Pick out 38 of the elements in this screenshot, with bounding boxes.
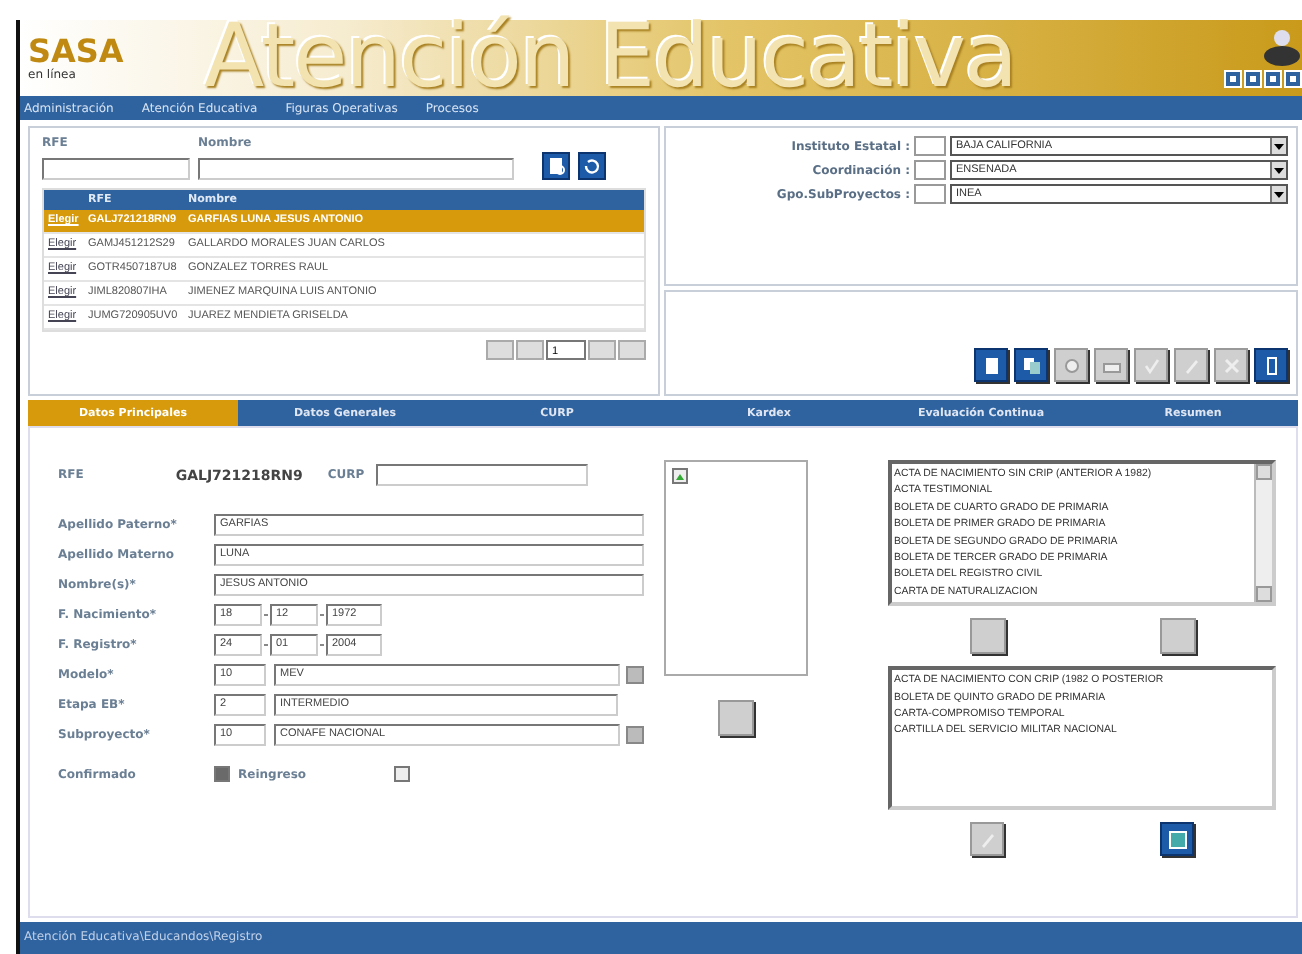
scrollbar[interactable] (1254, 464, 1272, 603)
table-header (44, 190, 84, 210)
refresh-icon (582, 156, 602, 176)
user-icon (1262, 28, 1302, 66)
document-list[interactable] (888, 460, 1276, 607)
page-icon (981, 355, 1001, 375)
curp-field[interactable] (376, 464, 589, 486)
exit-button[interactable] (1254, 348, 1288, 382)
check-icon (1141, 355, 1161, 375)
move-up-button[interactable] (1159, 618, 1195, 655)
name-search-field[interactable] (198, 158, 514, 180)
logo-text: SASA (28, 35, 126, 67)
code-field[interactable] (914, 184, 946, 204)
x-icon (1221, 355, 1241, 375)
caret-icon (1274, 191, 1284, 197)
search-button[interactable] (542, 152, 570, 180)
clear-button[interactable] (578, 152, 606, 180)
pages-icon (1021, 355, 1041, 375)
lookup-button[interactable] (625, 726, 644, 744)
pencil-icon (977, 829, 997, 850)
code-field[interactable] (914, 136, 946, 156)
caret-icon (1274, 143, 1284, 149)
code-field[interactable] (914, 160, 946, 180)
pencil-icon (1181, 355, 1201, 375)
checkbox[interactable] (394, 766, 410, 782)
door-icon (1261, 355, 1281, 375)
move-down-button[interactable] (969, 618, 1005, 655)
lookup-button[interactable] (625, 666, 644, 684)
caret-icon (1274, 167, 1284, 173)
new-button[interactable] (974, 348, 1008, 382)
rfe-search-field[interactable] (42, 158, 190, 180)
save-button[interactable] (1160, 822, 1194, 857)
page-icon (546, 156, 566, 176)
photo-button[interactable] (717, 700, 754, 736)
checkbox[interactable] (214, 766, 230, 782)
copy-button[interactable] (1014, 348, 1048, 382)
eye-icon (1061, 355, 1081, 375)
broken-image-icon (671, 468, 688, 484)
